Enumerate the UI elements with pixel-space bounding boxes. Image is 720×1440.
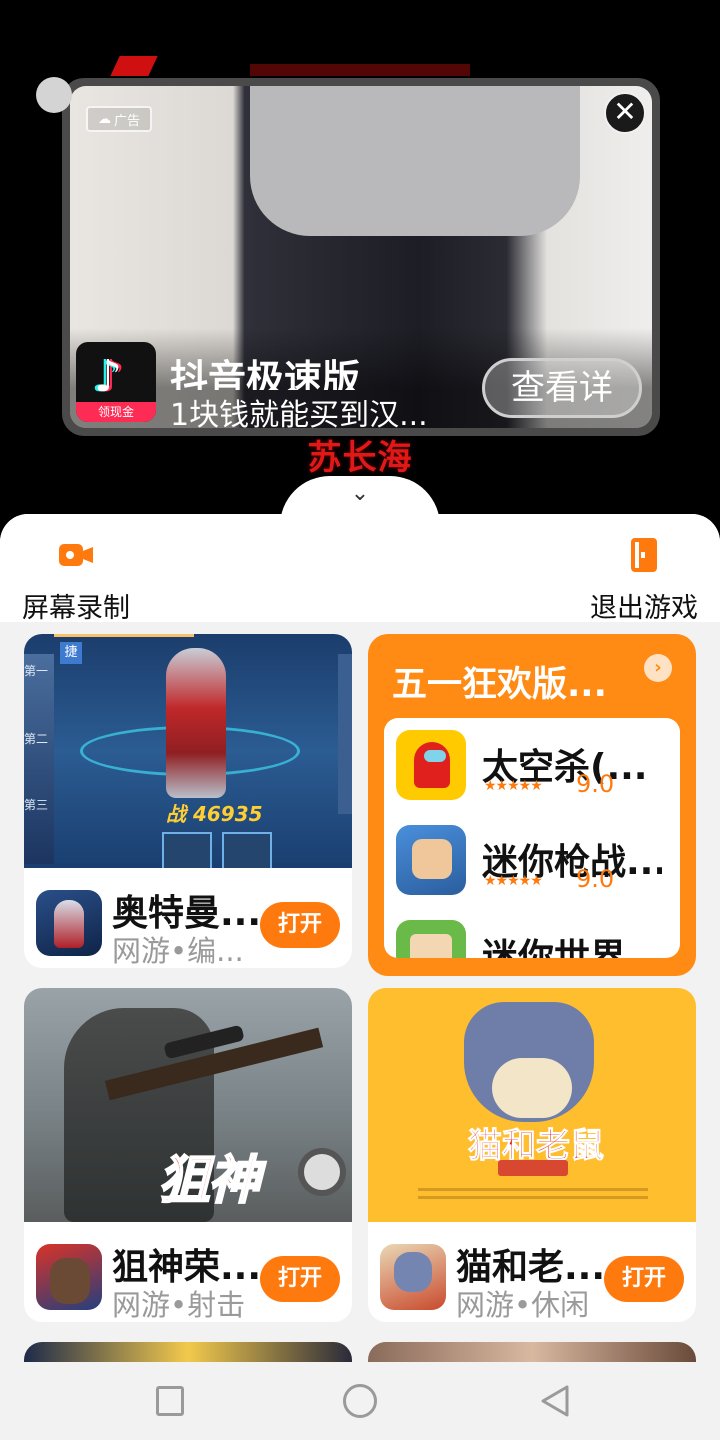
video-decoration xyxy=(250,64,470,76)
game-info: 奥特曼... 网游•编... 打开 xyxy=(24,868,352,968)
ad-badge: ☁ 广告 xyxy=(86,106,152,132)
ad-app-name[interactable]: 抖音极速版 xyxy=(170,348,470,390)
game-icon xyxy=(396,730,466,800)
game-banner[interactable]: 第一 第二 第三 捷 战 46935 xyxy=(24,634,352,868)
open-button[interactable]: 打开 xyxy=(260,1256,340,1302)
ad-tagline[interactable]: 1块钱就能买到汉... xyxy=(170,390,480,428)
hero-figure xyxy=(166,648,226,798)
rank-label: 第三 xyxy=(24,798,49,812)
rank-label: 第二 xyxy=(24,732,49,746)
open-button[interactable]: 打开 xyxy=(260,902,340,948)
ad-image-shape xyxy=(250,86,580,236)
promo-title[interactable]: 五一狂欢版... xyxy=(392,656,622,707)
game-meta: 网游•射击 xyxy=(112,1288,246,1322)
ad-image[interactable]: ☁ 广告 ✕ ♪ 领现金 抖音极速版 1块钱就能买到汉... 查看详 xyxy=(70,86,652,428)
skill-slot xyxy=(222,832,272,868)
tom-face xyxy=(492,1058,572,1118)
game-meta: 网游•编... xyxy=(112,934,244,968)
game-icon[interactable] xyxy=(36,1244,102,1310)
douyin-logo-icon[interactable]: ♪ 领现金 xyxy=(76,342,156,422)
video-decoration xyxy=(110,56,158,76)
game-list[interactable]: 第一 第二 第三 捷 战 46935 奥特曼... 网游•编... 打开 五一狂… xyxy=(0,622,720,1362)
music-note-icon: ♪ xyxy=(94,351,123,402)
game-meta: 网游•休闲 xyxy=(456,1288,590,1322)
screen-record-button[interactable]: 屏幕录制 xyxy=(22,538,130,622)
promo-game-name: 迷你世界... xyxy=(482,937,662,958)
exit-game-button[interactable]: 退出游戏 xyxy=(590,538,698,622)
screen-record-label: 屏幕录制 xyxy=(22,593,130,622)
video-caption: 苏长海 xyxy=(307,438,413,478)
promo-item[interactable]: 迷你世界... xyxy=(384,908,680,958)
promo-list: 太空杀(... ★★★★★ 9.0 迷你枪战... ★★★★★ 9.0 迷你世界… xyxy=(384,718,680,958)
star-rating-icon: ★★★★★ xyxy=(484,778,543,794)
game-icon xyxy=(396,920,466,958)
game-card-peek[interactable] xyxy=(24,1342,352,1362)
game-card[interactable]: 猫和老鼠 猫和老... 网游•休闲 打开 xyxy=(368,988,696,1322)
rank-label: 第一 xyxy=(24,664,49,678)
star-rating-icon: ★★★★★ xyxy=(484,873,543,889)
game-icon[interactable] xyxy=(380,1244,446,1310)
video-camera-icon xyxy=(59,538,93,572)
rating-value: 9.0 xyxy=(576,770,615,798)
game-banner[interactable]: 狙神 xyxy=(24,988,352,1222)
banner-tag: 捷 xyxy=(60,642,82,664)
close-icon[interactable]: ✕ xyxy=(604,92,646,134)
game-card[interactable]: 狙神 狙神荣... 网游•射击 打开 xyxy=(24,988,352,1322)
rating-value: 9.0 xyxy=(576,865,615,893)
cloud-icon: ☁ xyxy=(97,111,111,127)
skill-slot xyxy=(162,832,212,868)
ad-logo-tag: 领现金 xyxy=(76,402,156,422)
game-info: 猫和老... 网游•休闲 打开 xyxy=(368,1222,696,1322)
banner-logo-text: 狙神 xyxy=(157,1150,261,1212)
exit-door-icon xyxy=(627,538,661,572)
game-panel-sheet: 屏幕录制 退出游戏 第一 第二 第三 捷 战 46935 奥特曼... 网游•编… xyxy=(0,514,720,1440)
banner-bar xyxy=(498,1160,568,1176)
game-card[interactable]: 第一 第二 第三 捷 战 46935 奥特曼... 网游•编... 打开 xyxy=(24,634,352,968)
game-banner[interactable]: 猫和老鼠 xyxy=(368,988,696,1222)
game-icon[interactable] xyxy=(36,890,102,956)
toolbar: 屏幕录制 退出游戏 xyxy=(0,514,720,622)
chevron-right-icon[interactable]: › xyxy=(644,654,672,682)
target-icon xyxy=(298,1148,346,1196)
floating-ball[interactable] xyxy=(36,77,72,113)
promo-item[interactable]: 迷你枪战... ★★★★★ 9.0 xyxy=(384,813,680,903)
game-info: 狙神荣... 网游•射击 打开 xyxy=(24,1222,352,1322)
game-icon xyxy=(396,825,466,895)
back-icon[interactable] xyxy=(540,1384,570,1418)
banner-fine-print xyxy=(418,1188,648,1191)
promo-item[interactable]: 太空杀(... ★★★★★ 9.0 xyxy=(384,718,680,808)
promo-card[interactable]: 五一狂欢版... › 太空杀(... ★★★★★ 9.0 迷你枪战... ★★★… xyxy=(368,634,696,976)
chevron-down-icon: ⌄ xyxy=(350,481,370,506)
game-card-peek[interactable] xyxy=(368,1342,696,1362)
system-nav-bar xyxy=(0,1362,720,1440)
home-icon[interactable] xyxy=(343,1384,377,1418)
view-details-button[interactable]: 查看详 xyxy=(482,358,642,418)
open-button[interactable]: 打开 xyxy=(604,1256,684,1302)
ad-card[interactable]: ☁ 广告 ✕ ♪ 领现金 抖音极速版 1块钱就能买到汉... 查看详 xyxy=(62,78,660,436)
recent-apps-icon[interactable] xyxy=(156,1386,184,1416)
power-score: 战 46935 xyxy=(166,802,263,826)
exit-game-label: 退出游戏 xyxy=(590,593,698,622)
ad-badge-label: 广告 xyxy=(113,113,140,129)
